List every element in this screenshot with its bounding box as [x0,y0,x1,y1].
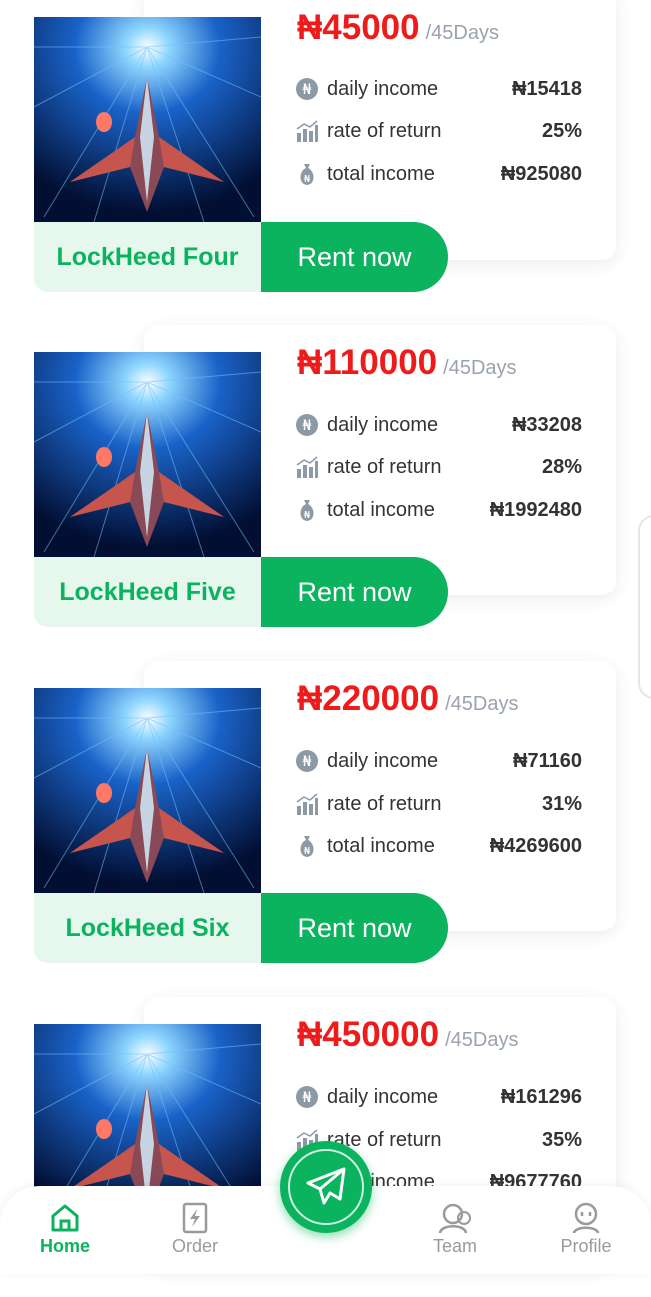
rent-now-button[interactable]: Rent now [261,893,448,963]
nav-profile[interactable]: Profile [531,1196,641,1268]
money-bag-icon: ₦ [300,164,314,185]
product-price: ₦110000 [297,343,438,382]
paper-plane-icon [306,1167,346,1205]
nav-team-label: Team [432,1236,477,1256]
product-image [34,17,261,222]
daily-income-value: ₦33208 [511,414,582,436]
rate-of-return-value: 35% [541,1129,582,1151]
naira-coin-icon: ₦ [296,414,318,436]
price-line: ₦450000/45Days [297,1015,607,1067]
daily-income-row: ₦ daily income ₦161296 [295,1083,582,1113]
price-line: ₦45000/45Days [297,8,607,60]
product-name: LockHeed Four [56,243,239,271]
rental-period: /45Days [443,357,517,379]
total-income-row: ₦ total income ₦1992480 [295,496,582,526]
rent-now-button[interactable]: Rent now [261,557,448,627]
daily-income-label: daily income [327,78,439,100]
svg-text:₦: ₦ [303,82,312,98]
product-image [34,352,261,557]
product-image [34,688,261,893]
svg-text:₦: ₦ [303,754,312,770]
product-name: LockHeed Five [59,578,236,606]
rate-of-return-value: 28% [541,456,582,478]
total-income-label: total income [327,835,435,857]
nav-order[interactable]: Order [140,1196,250,1268]
product-price: ₦450000 [297,1015,440,1054]
daily-income-value: ₦161296 [500,1086,582,1108]
rate-of-return-label: rate of return [327,456,442,478]
rate-of-return-value: 25% [541,120,582,142]
total-income-value: ₦1992480 [489,499,582,521]
daily-income-row: ₦ daily income ₦33208 [295,411,582,441]
rate-of-return-row: rate of return 28% [295,453,582,483]
profile-icon [572,1202,600,1234]
naira-coin-icon: ₦ [296,1086,318,1108]
total-income-label: total income [327,163,435,185]
jet-fighter-image [34,688,261,893]
total-income-label: total income [327,499,435,521]
total-income-value: ₦925080 [500,163,582,185]
product-card: LockHeed Six Rent now ₦220000/45Days ₦ d… [0,661,651,963]
money-bag-icon: ₦ [300,500,314,521]
svg-text:₦: ₦ [304,846,311,857]
price-line: ₦110000/45Days [297,343,607,395]
daily-income-value: ₦15418 [511,78,582,100]
rate-of-return-label: rate of return [327,120,442,142]
nav-order-label: Order [171,1236,218,1256]
rent-now-button[interactable]: Rent now [261,222,448,292]
nav-home[interactable]: Home [10,1196,120,1268]
daily-income-label: daily income [327,1086,439,1108]
svg-text:₦: ₦ [303,418,312,434]
money-bag-icon: ₦ [300,836,314,857]
nav-team[interactable]: Team [400,1196,510,1268]
svg-text:₦: ₦ [303,1090,312,1106]
jet-fighter-image [34,17,261,222]
rate-of-return-row: rate of return 25% [295,117,582,147]
product-price: ₦45000 [297,8,420,47]
rate-of-return-label: rate of return [327,793,442,815]
daily-income-label: daily income [327,414,439,436]
order-icon [182,1202,208,1234]
product-card: LockHeed Four Rent now ₦45000/45Days ₦ d… [0,0,651,292]
nav-home-label: Home [39,1236,90,1256]
bar-chart-icon [296,456,318,478]
daily-income-value: ₦71160 [513,750,582,772]
rental-period: /45Days [445,693,519,715]
svg-text:₦: ₦ [304,510,311,521]
nav-profile-label: Profile [560,1236,612,1256]
rental-period: /45Days [445,1029,519,1051]
total-income-row: ₦ total income ₦925080 [295,160,582,190]
home-icon [51,1204,79,1232]
total-income-value: ₦4269600 [489,835,582,857]
naira-coin-icon: ₦ [296,750,318,772]
product-card: LockHeed Five Rent now ₦110000/45Days ₦ … [0,325,651,627]
product-name: LockHeed Six [65,914,230,942]
daily-income-row: ₦ daily income ₦71160 [295,747,582,777]
floating-side-tab[interactable] [638,515,651,699]
bar-chart-icon [296,793,318,815]
team-icon [438,1203,471,1234]
naira-coin-icon: ₦ [296,78,318,100]
product-price: ₦220000 [297,679,440,718]
bar-chart-icon [296,120,318,142]
rental-period: /45Days [425,22,499,44]
price-line: ₦220000/45Days [297,679,607,731]
daily-income-label: daily income [327,750,439,772]
telegram-fab-button[interactable] [280,1141,372,1233]
daily-income-row: ₦ daily income ₦15418 [295,75,582,105]
rate-of-return-row: rate of return 31% [295,790,582,820]
svg-text:₦: ₦ [304,174,311,185]
rate-of-return-value: 31% [541,793,582,815]
jet-fighter-image [34,352,261,557]
total-income-row: ₦ total income ₦4269600 [295,832,582,862]
